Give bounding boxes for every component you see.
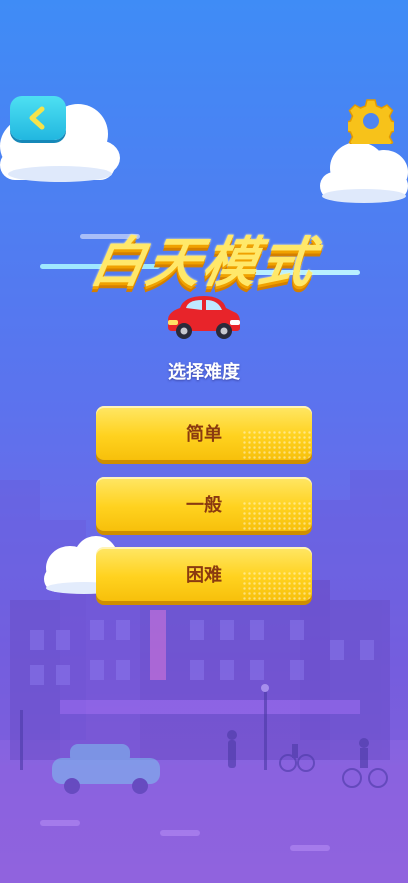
- title-banner: 白天模式: [0, 214, 408, 294]
- difficulty-button-label: 一般: [186, 495, 222, 516]
- difficulty-button-label: 简单: [186, 424, 222, 445]
- red-car-icon: [168, 296, 240, 339]
- difficulty-heading: 选择难度: [168, 362, 240, 383]
- button-texture: [242, 571, 312, 601]
- difficulty-button-hard[interactable]: 困难: [96, 547, 312, 601]
- button-texture: [242, 501, 312, 531]
- gear-icon[interactable]: [348, 98, 394, 144]
- difficulty-button-easy[interactable]: 简单: [96, 406, 312, 460]
- button-texture: [242, 430, 312, 460]
- difficulty-button-label: 困难: [186, 565, 222, 586]
- chevron-left-icon: [29, 106, 45, 130]
- page-title: 白天模式: [85, 231, 321, 294]
- back-button[interactable]: [10, 96, 66, 140]
- difficulty-button-normal[interactable]: 一般: [96, 477, 312, 531]
